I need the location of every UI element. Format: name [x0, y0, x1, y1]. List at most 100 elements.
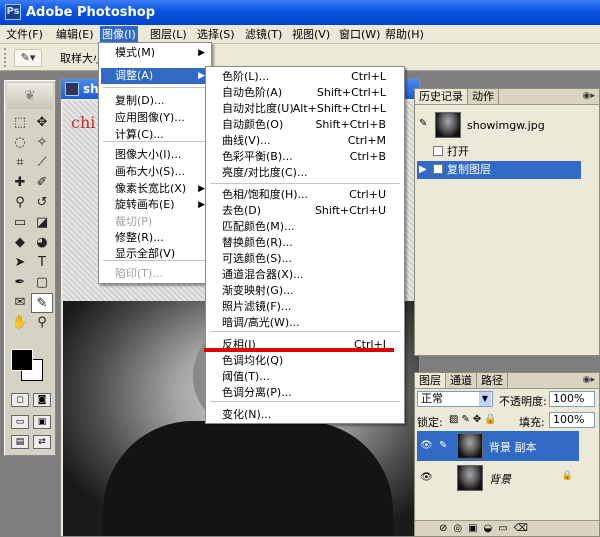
eyedropper-icon[interactable]: ✎▾ — [14, 49, 42, 67]
standard-mode-icon[interactable]: ◻ — [11, 393, 29, 407]
path-select-icon[interactable]: ➤ — [9, 253, 31, 273]
layer-row[interactable]: 👁 背景 🔒 — [417, 463, 579, 493]
adjust-menu-item[interactable]: 色调均化(Q) — [208, 353, 402, 369]
adjust-menu-item[interactable]: 照片滤镜(F)... — [208, 299, 402, 315]
adjust-menu-item[interactable]: 色相/饱和度(H)... Ctrl+U — [208, 187, 402, 203]
menu-file[interactable]: 文件(F) — [4, 26, 45, 43]
image-menu-item[interactable]: 模式(M) ▶ — [101, 45, 209, 61]
brush-tool-icon[interactable]: ✐ — [31, 173, 53, 193]
menu-view[interactable]: 视图(V) — [290, 26, 332, 43]
move-tool-icon[interactable]: ✥ — [31, 113, 53, 133]
opacity-input[interactable]: 100% — [549, 391, 595, 407]
fill-input[interactable]: 100% — [549, 412, 595, 428]
hand-tool-icon[interactable]: ✋ — [9, 313, 31, 333]
slice-tool-icon[interactable]: ⟋ — [31, 153, 53, 173]
eye-icon[interactable]: 👁 — [420, 440, 433, 452]
history-snapshot[interactable]: ✎ showimgw.jpg — [417, 109, 587, 143]
marquee-tool-icon[interactable]: ⬚ — [9, 113, 31, 133]
menu-item-label: 色相/饱和度(H)... — [222, 188, 309, 201]
zoom-tool-icon[interactable]: ⚲ — [31, 313, 53, 333]
shape-tool-icon[interactable]: ▢ — [31, 273, 53, 293]
tab-channels[interactable]: 通道 — [446, 373, 477, 388]
menu-item-label: 陷印(T)... — [115, 267, 163, 280]
toolbar-grip[interactable] — [4, 48, 7, 67]
image-menu-item[interactable]: 复制(D)... — [101, 93, 209, 109]
adjust-menu-item[interactable]: 自动色阶(A) Shift+Ctrl+L — [208, 85, 402, 101]
menu-window[interactable]: 窗口(W) — [337, 26, 382, 43]
adjust-menu-item[interactable]: 去色(D) Shift+Ctrl+U — [208, 203, 402, 219]
layers-panel-menu-icon[interactable]: ◉▸ — [583, 375, 595, 385]
tab-layers[interactable]: 图层 — [415, 373, 446, 388]
notes-tool-icon[interactable]: ✉ — [9, 293, 31, 313]
menu-item-label: 通道混合器(X)... — [222, 268, 304, 281]
image-menu-item[interactable]: 调整(A) ▶ — [101, 68, 209, 84]
eye-icon[interactable]: 👁 — [420, 472, 433, 484]
image-menu-item[interactable]: 应用图像(Y)... — [101, 110, 209, 126]
history-brush-icon[interactable]: ↺ — [31, 193, 53, 213]
menu-item-label: 显示全部(V) — [115, 247, 176, 260]
lasso-tool-icon[interactable]: ◌ — [9, 133, 31, 153]
menu-layer[interactable]: 图层(L) — [148, 26, 189, 43]
tab-history[interactable]: 历史记录 — [415, 89, 468, 104]
eraser-tool-icon[interactable]: ▭ — [9, 213, 31, 233]
screen-mode-2-icon[interactable]: ▣ — [33, 415, 51, 429]
image-menu-item[interactable]: 陷印(T)... — [101, 266, 209, 282]
menu-help[interactable]: 帮助(H) — [383, 26, 426, 43]
menu-select[interactable]: 选择(S) — [195, 26, 237, 43]
quick-mask-icon[interactable]: ◙ — [33, 393, 51, 407]
history-item[interactable]: ▶ 复制图层 — [417, 161, 581, 179]
layer-row[interactable]: 👁 ✎ 背景 副本 — [417, 431, 579, 461]
history-item[interactable]: 打开 — [417, 143, 581, 161]
menu-item-label: 计算(C)... — [115, 128, 164, 141]
tab-paths[interactable]: 路径 — [477, 373, 508, 388]
menu-separator — [103, 87, 207, 88]
dodge-tool-icon[interactable]: ◕ — [31, 233, 53, 253]
menu-item-label: 替换颜色(R)... — [222, 236, 293, 249]
healing-brush-icon[interactable]: ✚ — [9, 173, 31, 193]
menu-item-shortcut: Alt+Shift+Ctrl+L — [292, 102, 386, 115]
foreground-color-swatch[interactable] — [11, 349, 33, 371]
adjust-menu-item[interactable]: 暗调/高光(W)... — [208, 315, 402, 331]
adjust-menu-item[interactable]: 渐变映射(G)... — [208, 283, 402, 299]
adjust-menu-item[interactable]: 色彩平衡(B)... Ctrl+B — [208, 149, 402, 165]
adjust-menu-item[interactable]: 阈值(T)... — [208, 369, 402, 385]
image-menu-item[interactable]: 画布大小(S)... — [101, 164, 209, 180]
adjust-menu-item[interactable]: 自动颜色(O) Shift+Ctrl+B — [208, 117, 402, 133]
adjust-menu-item[interactable]: 自动对比度(U) Alt+Shift+Ctrl+L — [208, 101, 402, 117]
type-tool-icon[interactable]: T — [31, 253, 53, 273]
screen-mode-3-icon[interactable]: ▤ — [11, 435, 29, 449]
adjust-menu-item[interactable]: 可选颜色(S)... — [208, 251, 402, 267]
stamp-tool-icon[interactable]: ⚲ — [9, 193, 31, 213]
image-menu-item[interactable]: 修整(R)... — [101, 230, 209, 246]
menu-item-label: 调整(A) — [115, 69, 154, 82]
crop-tool-icon[interactable]: ⌗ — [9, 153, 31, 173]
bucket-tool-icon[interactable]: ◪ — [31, 213, 53, 233]
menu-edit[interactable]: 编辑(E) — [54, 26, 96, 43]
menu-filter[interactable]: 滤镜(T) — [243, 26, 284, 43]
adjust-menu-item[interactable]: 色调分离(P)... — [208, 385, 402, 401]
blur-tool-icon[interactable]: ◆ — [9, 233, 31, 253]
history-panel-tabs: 历史记录 动作 — [415, 89, 599, 105]
adjust-menu-item[interactable]: 亮度/对比度(C)... — [208, 165, 402, 181]
adjust-menu-item[interactable]: 匹配颜色(M)... — [208, 219, 402, 235]
screen-mode-1-icon[interactable]: ▭ — [11, 415, 29, 429]
image-menu-item[interactable]: 图像大小(I)... — [101, 147, 209, 163]
tab-actions[interactable]: 动作 — [468, 89, 499, 104]
adjust-menu-item[interactable]: 通道混合器(X)... — [208, 267, 402, 283]
imageready-icon[interactable]: ⇄ — [33, 435, 51, 449]
eyedropper-tool-icon[interactable]: ✎ — [31, 293, 53, 313]
image-menu-item[interactable]: 旋转画布(E) ▶ — [101, 197, 209, 213]
layers-bottom-bar-icons[interactable]: ⊘◎▣◒▭⌫ — [415, 520, 599, 536]
image-menu-item[interactable]: 裁切(P) — [101, 214, 209, 230]
adjust-menu-item[interactable]: 变化(N)... — [208, 407, 402, 423]
blend-mode-select[interactable]: 正常 ▼ — [417, 391, 493, 407]
adjust-menu-item[interactable]: 曲线(V)... Ctrl+M — [208, 133, 402, 149]
magic-wand-icon[interactable]: ✧ — [31, 133, 53, 153]
pen-tool-icon[interactable]: ✒ — [9, 273, 31, 293]
image-menu-item[interactable]: 像素长宽比(X) ▶ — [101, 181, 209, 197]
adjust-menu-item[interactable]: 色阶(L)... Ctrl+L — [208, 69, 402, 85]
adjust-menu-item[interactable]: 替换颜色(R)... — [208, 235, 402, 251]
panel-menu-icon[interactable]: ◉▸ — [583, 91, 595, 101]
lock-icons[interactable]: ▨✎✥🔒 — [449, 414, 500, 425]
menu-image[interactable]: 图像(I) — [100, 26, 138, 43]
